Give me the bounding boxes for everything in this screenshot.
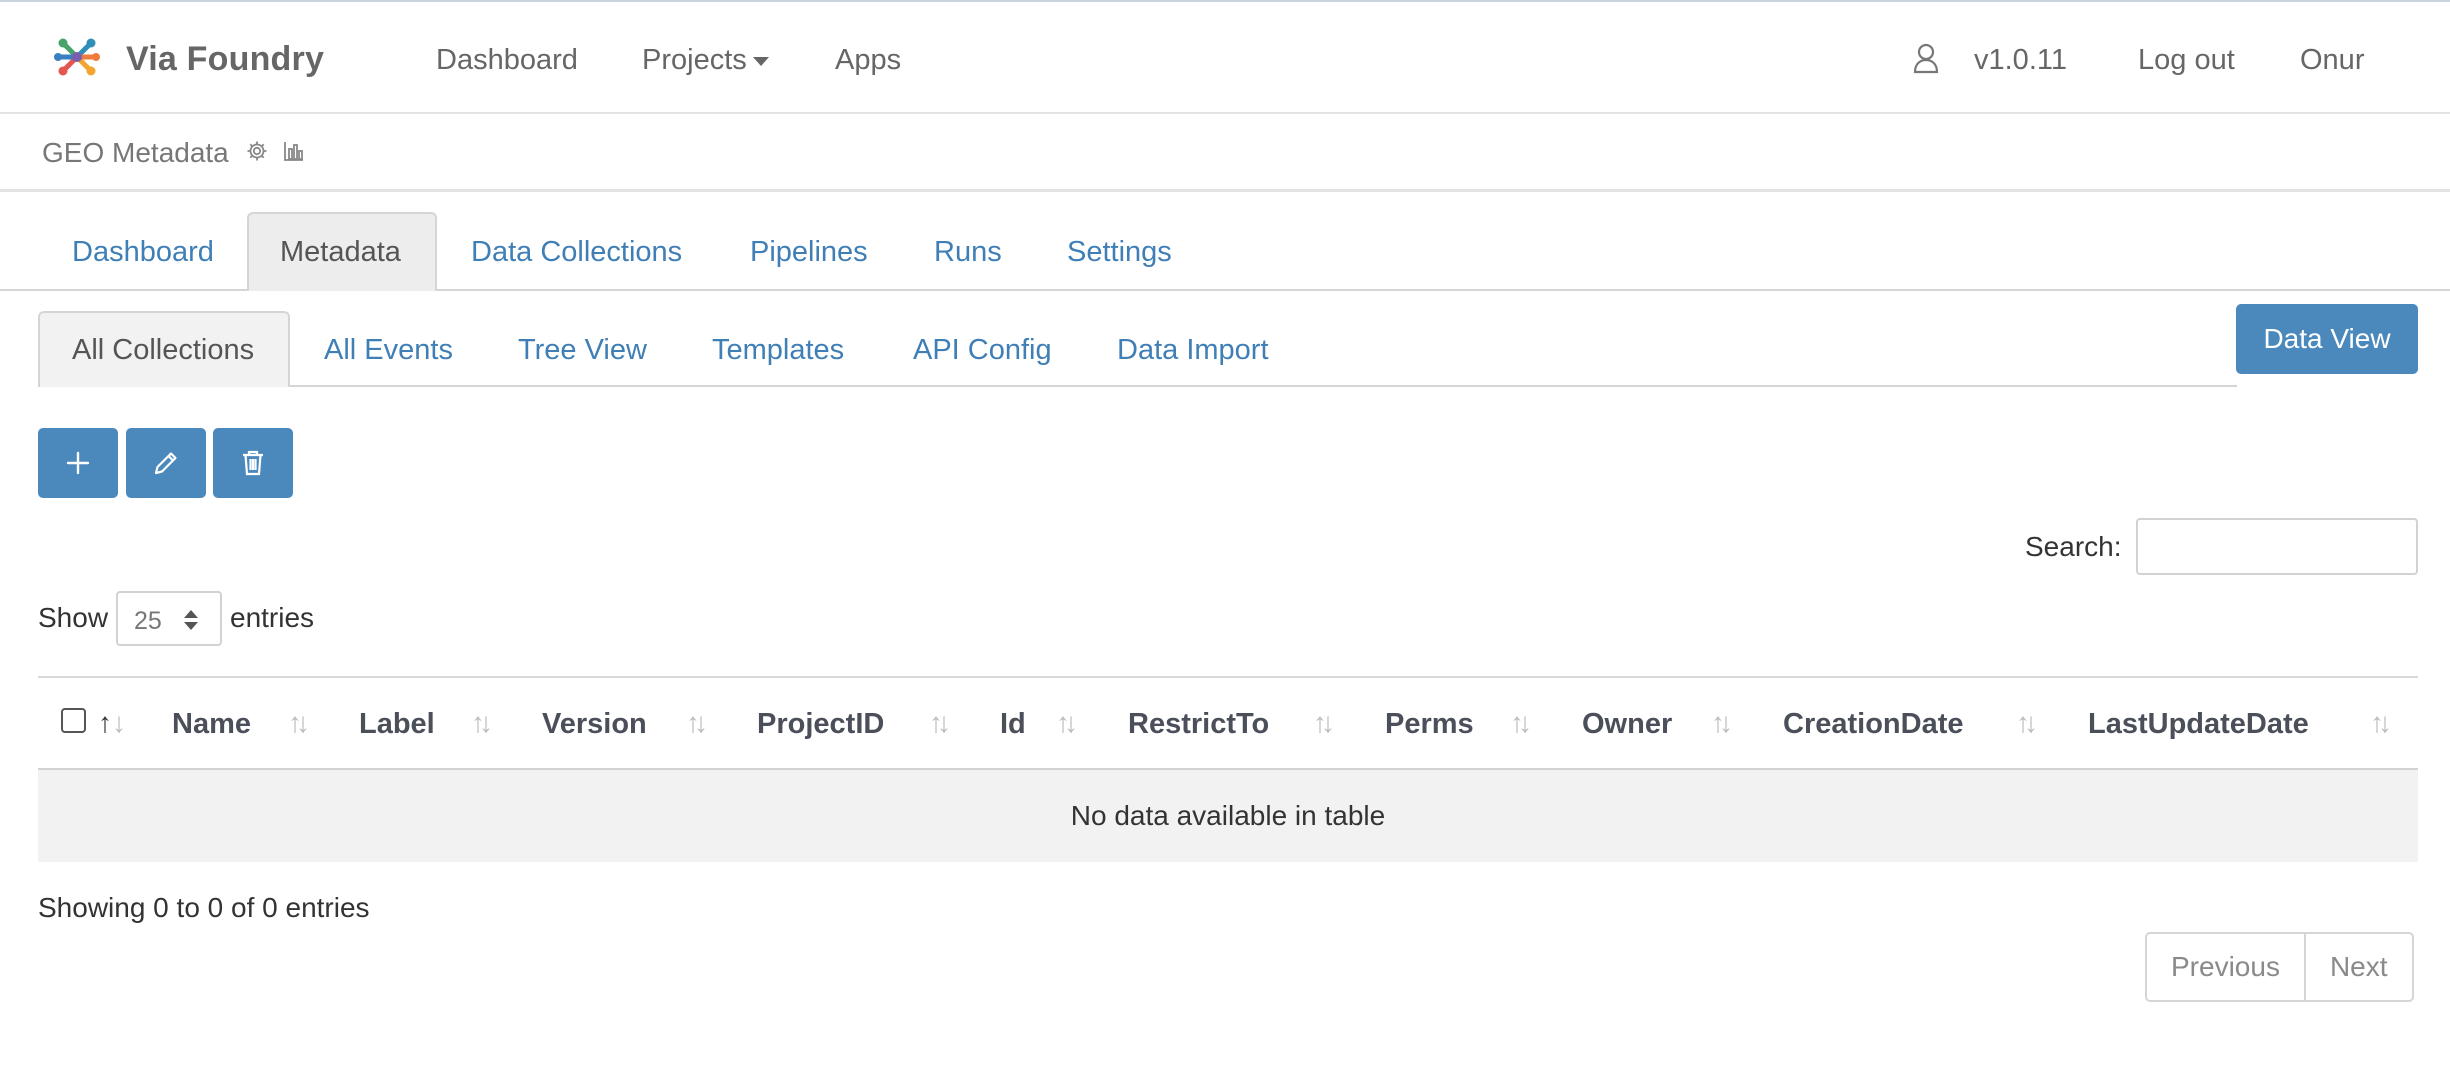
via-foundry-logo-icon [52,32,102,87]
column-header-name[interactable]: Name [172,708,251,741]
tab-settings[interactable]: Settings [1067,236,1172,269]
trash-icon [243,450,263,476]
subtab-data-import[interactable]: Data Import [1117,334,1269,367]
subtabs-line [38,385,2237,387]
data-view-button[interactable]: Data View [2236,304,2418,374]
gear-icon[interactable] [246,140,268,167]
sort-icon[interactable]: ↑↓ [1711,707,1733,739]
user-icon[interactable] [1913,42,1939,82]
sort-icon[interactable]: ↑↓ [2370,707,2392,739]
subtab-api-config[interactable]: API Config [913,334,1052,367]
sort-icon[interactable]: ↓ [112,707,126,739]
nav-dashboard-link[interactable]: Dashboard [436,44,578,77]
sort-icon[interactable]: ↑↓ [471,707,493,739]
user-name-link[interactable]: Onur [2300,44,2364,77]
tab-pipelines[interactable]: Pipelines [750,236,868,269]
column-header-version[interactable]: Version [542,708,647,741]
sort-icon[interactable]: ↑↓ [686,707,708,739]
sort-icon[interactable]: ↑↓ [288,707,310,739]
sort-icon[interactable]: ↑↓ [1510,707,1532,739]
table-top-border [38,676,2418,678]
subtab-all-events[interactable]: All Events [324,334,453,367]
top-navbar: Via Foundry Dashboard Projects Apps v1.0… [0,0,2450,114]
subtab-templates[interactable]: Templates [712,334,844,367]
nav-apps-link[interactable]: Apps [835,44,901,77]
logout-link[interactable]: Log out [2138,44,2235,77]
subtab-tree-view[interactable]: Tree View [518,334,647,367]
sort-icon[interactable]: ↑↓ [1056,707,1078,739]
version-label[interactable]: v1.0.11 [1974,44,2067,77]
sort-icon[interactable]: ↑↓ [2016,707,2038,739]
entries-label: entries [230,602,315,633]
nav-projects-label: Projects [642,44,747,76]
project-title: GEO Metadata [42,137,229,168]
tab-dashboard[interactable]: Dashboard [72,236,214,269]
plus-icon [66,451,90,475]
bar-chart-icon[interactable] [283,140,305,167]
caret-down-icon [752,56,769,66]
previous-button[interactable]: Previous [2147,934,2304,1000]
tab-runs[interactable]: Runs [934,236,1002,269]
add-button[interactable] [38,428,118,498]
tab-metadata[interactable]: Metadata [280,236,401,269]
edit-button[interactable] [126,428,206,498]
pagination: Previous Next [2145,932,2414,1002]
column-header-owner[interactable]: Owner [1582,708,1672,741]
entries-per-page-select[interactable]: 25 [116,591,222,646]
empty-message: No data available in table [1070,800,1386,831]
entries-per-page-value: 25 [134,607,162,635]
brand[interactable]: Via Foundry [52,32,324,87]
subtab-all-collections[interactable]: All Collections [72,334,254,367]
project-header: GEO Metadata [0,114,2450,192]
sort-updown-icon [182,608,200,637]
column-header-projectid[interactable]: ProjectID [757,708,884,741]
delete-button[interactable] [213,428,293,498]
column-header-id[interactable]: Id [1000,708,1026,741]
search-input[interactable] [2136,518,2418,575]
column-header-perms[interactable]: Perms [1385,708,1474,741]
column-header-creationdate[interactable]: CreationDate [1783,708,1964,741]
next-button[interactable]: Next [2303,934,2412,1000]
nav-projects-dropdown[interactable]: Projects [642,44,769,77]
sort-icon[interactable]: ↑↓ [1313,707,1335,739]
table-info: Showing 0 to 0 of 0 entries [38,892,370,923]
sort-icon[interactable]: ↑↓ [929,707,951,739]
column-header-label[interactable]: Label [359,708,435,741]
column-header-restrictto[interactable]: RestrictTo [1128,708,1269,741]
tab-data-collections[interactable]: Data Collections [471,236,682,269]
brand-name: Via Foundry [126,40,325,78]
table-empty-row: No data available in table [38,770,2418,862]
show-label: Show [38,602,109,633]
sort-asc-icon[interactable]: ↑ [98,707,112,739]
pencil-icon [154,452,177,475]
select-all-checkbox[interactable] [61,708,86,733]
column-header-lastupdatedate[interactable]: LastUpdateDate [2088,708,2309,741]
search-label: Search: [2025,531,2122,562]
